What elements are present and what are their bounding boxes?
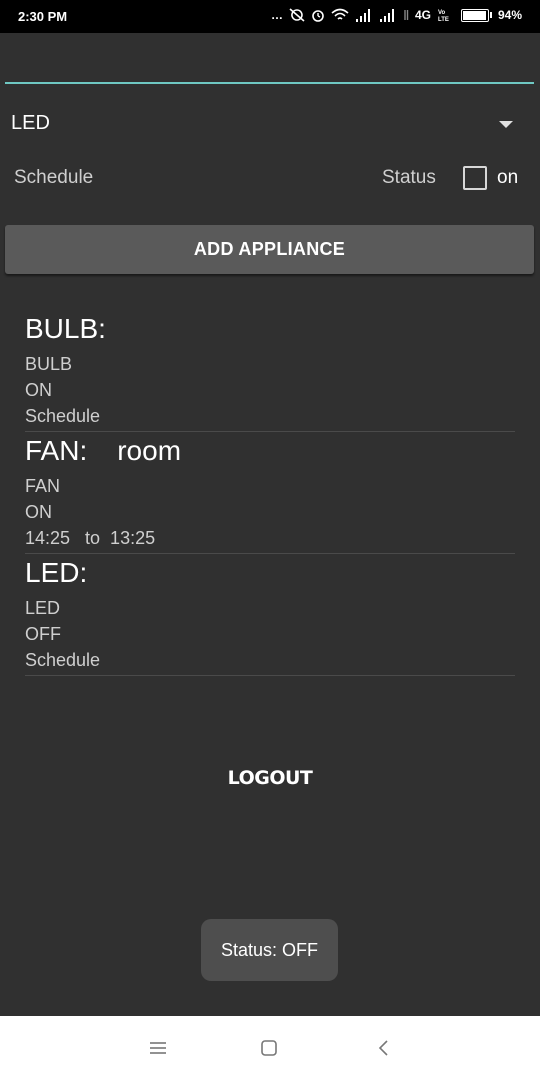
- appliance-type: LED: [25, 598, 61, 618]
- schedule-button[interactable]: Schedule: [14, 167, 93, 189]
- logout-button[interactable]: LOGOUT: [0, 767, 540, 789]
- status-checkbox[interactable]: [463, 166, 487, 190]
- svg-text:Vo: Vo: [438, 10, 446, 16]
- home-icon[interactable]: [257, 1036, 281, 1060]
- status-label: Status: [382, 167, 436, 188]
- signal-icon-2: [379, 9, 394, 22]
- network-type: 4G: [414, 8, 431, 22]
- appliance-item-bulb[interactable]: BULB: BULB ON Schedule: [25, 310, 515, 432]
- back-icon[interactable]: [372, 1036, 396, 1060]
- appliance-state: ON: [25, 380, 52, 400]
- alarm-icon: [312, 10, 324, 22]
- appliance-name-input[interactable]: [5, 48, 534, 84]
- appliance-type-spinner[interactable]: LED: [0, 104, 540, 146]
- appliance-schedule: Schedule: [25, 406, 101, 426]
- more-notifications-icon: …: [270, 8, 283, 22]
- appliance-item-fan[interactable]: FAN: room FAN ON 14:25 to 13:25: [25, 432, 515, 554]
- status-icons: … 4G Vo LTE 94%: [271, 8, 522, 22]
- appliance-list: BULB: BULB ON Schedule FAN: room FAN ON 1…: [25, 310, 515, 676]
- alarm-off-icon: [289, 8, 305, 22]
- checkbox-on-label[interactable]: on: [497, 167, 518, 189]
- appliance-schedule: Schedule: [25, 650, 101, 670]
- appliance-location: room: [117, 435, 182, 466]
- appliance-item-led[interactable]: LED: LED OFF Schedule: [25, 554, 515, 676]
- add-appliance-button[interactable]: ADD APPLIANCE: [5, 225, 534, 274]
- status-bar: 2:30 PM … 4G Vo LTE 94%: [0, 0, 540, 33]
- appliance-type: FAN: [25, 476, 61, 496]
- status-toast: Status: OFF: [201, 919, 338, 981]
- system-nav-bar: [0, 1016, 540, 1080]
- schedule-status-row: Schedule Status on: [0, 160, 540, 200]
- status-time: 2:30 PM: [18, 9, 68, 24]
- appliance-title: LED:: [25, 557, 88, 588]
- appliance-state: ON: [25, 502, 52, 522]
- signal-icon: [355, 9, 370, 22]
- wifi-icon: [331, 8, 349, 20]
- svg-text:LTE: LTE: [438, 17, 449, 22]
- appliance-schedule: 14:25 to 13:25: [25, 528, 156, 548]
- appliance-title: BULB:: [25, 313, 106, 344]
- volte-icon: VoLTE: [438, 10, 449, 22]
- menu-icon[interactable]: [146, 1036, 170, 1060]
- appliance-state: OFF: [25, 624, 61, 644]
- data-arrows-icon: [404, 10, 409, 20]
- appliance-type: BULB: [25, 354, 73, 374]
- spinner-selected-value: LED: [11, 112, 50, 134]
- appliance-title: FAN: room: [25, 435, 182, 466]
- battery-percent: 94%: [497, 8, 522, 22]
- battery-icon: [460, 8, 492, 22]
- dropdown-arrow-icon: [499, 121, 513, 128]
